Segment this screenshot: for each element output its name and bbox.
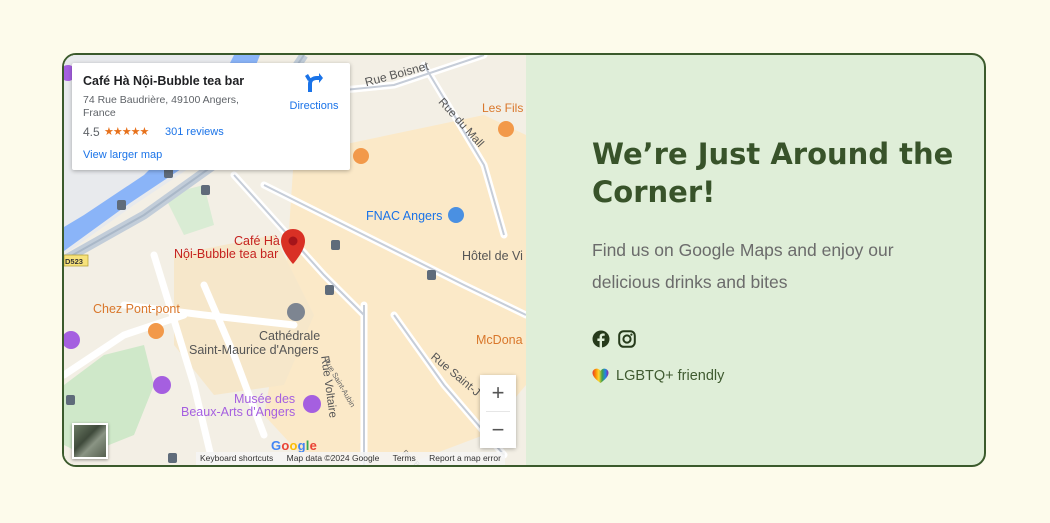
- map-label-cathedral-line2: Saint-Maurice d'Angers: [189, 343, 319, 357]
- lgbtq-friendly-label: LGBTQ+ friendly: [616, 368, 725, 384]
- section-heading: We’re Just Around the Corner!: [592, 137, 954, 209]
- lgbtq-friendly-badge: LGBTQ+ friendly: [592, 368, 724, 384]
- map-label-cafe-line2: Nội-Bubble tea bar: [174, 247, 279, 261]
- google-logo-letter: e: [309, 438, 318, 453]
- place-address: 74 Rue Baudrière, 49100 Angers, France: [83, 94, 239, 119]
- social-links: [592, 330, 636, 348]
- terms-link[interactable]: Terms: [393, 453, 416, 463]
- zoom-out-button[interactable]: −: [480, 412, 516, 448]
- zoom-controls: + −: [480, 375, 516, 448]
- map-label-cathedral-line1: Cathédrale: [259, 329, 321, 343]
- google-logo-letter: G: [271, 438, 282, 453]
- zoom-in-button[interactable]: +: [480, 375, 516, 411]
- instagram-icon[interactable]: [618, 330, 636, 348]
- facebook-icon[interactable]: [592, 330, 610, 348]
- map-data-text: Map data ©2024 Google: [286, 453, 380, 463]
- map-section-card: Rue Boisnet Rue du Mall Les Fils FNAC An…: [62, 53, 986, 467]
- view-larger-map-link[interactable]: View larger map: [83, 149, 162, 161]
- satellite-view-toggle[interactable]: [72, 423, 108, 459]
- place-name: Café Hà Nội-Bubble tea bar: [83, 74, 245, 88]
- location-info-panel: We’re Just Around the Corner! Find us on…: [526, 55, 984, 465]
- map-label-cafe-line1: Café Hà: [234, 234, 280, 248]
- directions-icon: [305, 73, 323, 92]
- map-label-fnac: FNAC Angers: [366, 209, 443, 223]
- map-label-mcdonalds: McDona: [476, 333, 523, 347]
- google-logo: Google: [271, 438, 317, 453]
- map-attribution-bar: Keyboard shortcuts Map data ©2024 Google…: [196, 452, 505, 465]
- place-rating: 4.5: [83, 125, 100, 139]
- reviews-link[interactable]: 301 reviews: [165, 126, 224, 138]
- keyboard-shortcuts-link[interactable]: Keyboard shortcuts: [200, 453, 273, 463]
- directions-label: Directions: [289, 100, 339, 112]
- map-label-d523: D523: [65, 257, 83, 266]
- rating-stars-icon: ★★★★★: [104, 126, 149, 138]
- rainbow-heart-icon: [592, 368, 609, 383]
- map-label-les-fils: Les Fils: [482, 101, 524, 115]
- place-info-card: Café Hà Nội-Bubble tea bar 74 Rue Baudri…: [72, 63, 350, 170]
- directions-button[interactable]: Directions: [284, 73, 344, 112]
- google-logo-letter: g: [297, 438, 306, 453]
- map-label-musee-line1: Musée des: [234, 392, 296, 406]
- section-description: Find us on Google Maps and enjoy our del…: [592, 240, 894, 292]
- location-pin-icon[interactable]: [280, 229, 306, 265]
- report-map-error-link[interactable]: Report a map error: [429, 453, 501, 463]
- map-label-hotel: Hôtel de Vi: [462, 249, 523, 263]
- google-logo-letter: o: [289, 438, 298, 453]
- map-label-chez-pont: Chez Pont-pont: [93, 302, 180, 316]
- embedded-google-map[interactable]: Rue Boisnet Rue du Mall Les Fils FNAC An…: [64, 55, 526, 465]
- map-label-musee-line2: Beaux-Arts d'Angers: [181, 405, 296, 419]
